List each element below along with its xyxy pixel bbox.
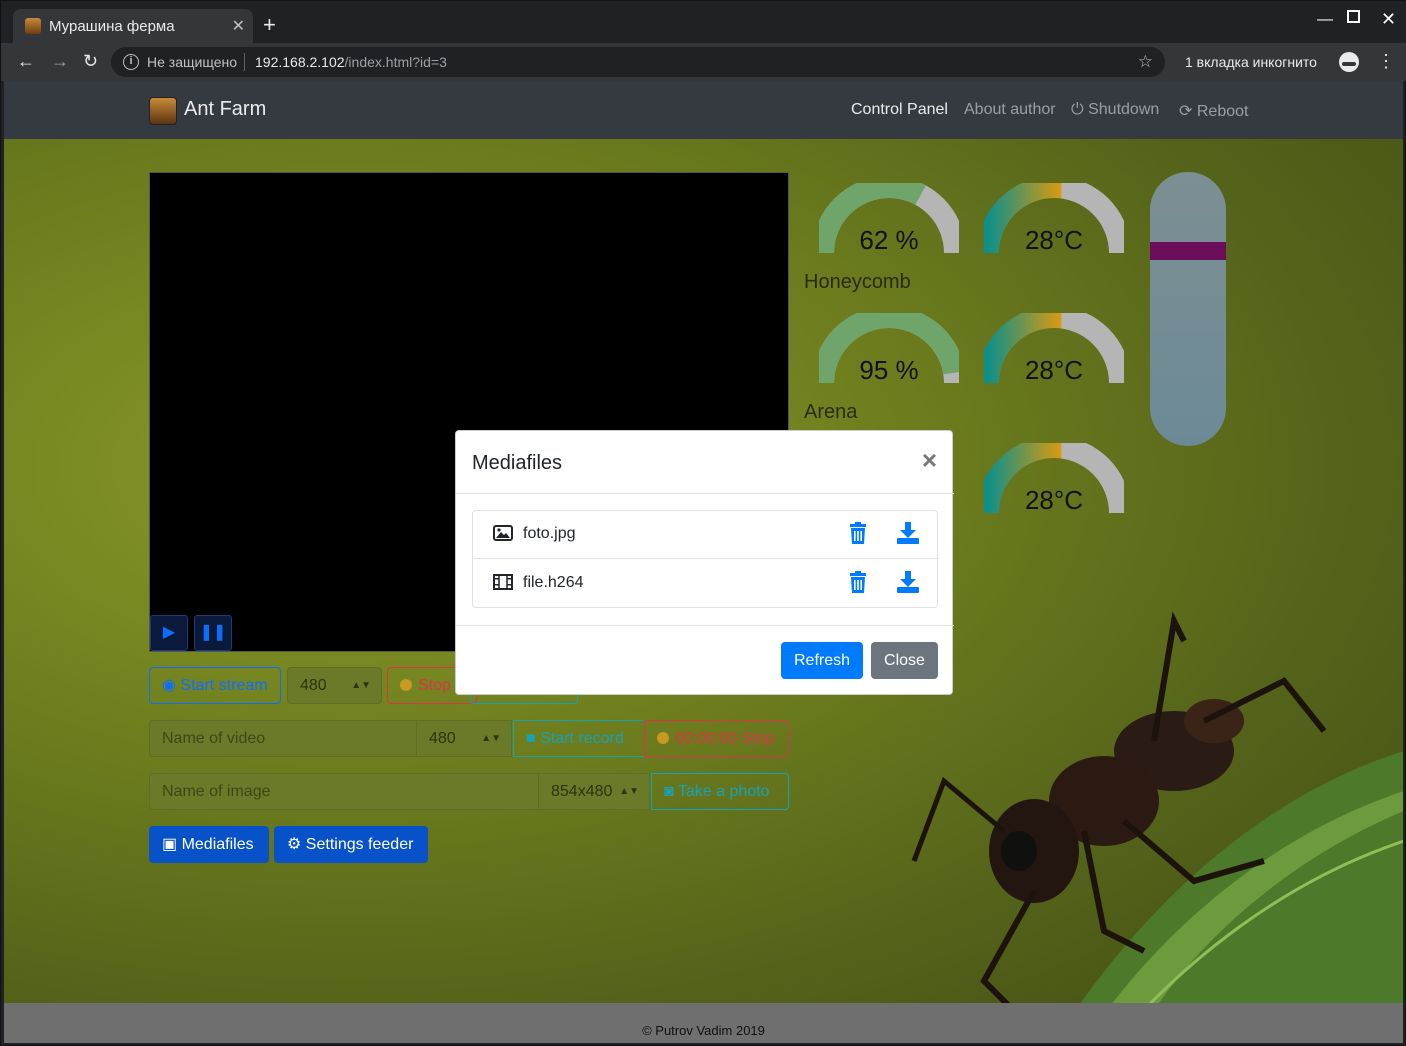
address-separator (244, 53, 245, 71)
maximize-icon[interactable] (1347, 10, 1360, 23)
close-tab-icon[interactable]: ✕ (232, 16, 245, 36)
nav-shutdown-label: Shutdown (1088, 101, 1160, 118)
footer: © Putrov Vadim 2019 (4, 1003, 1403, 1043)
list-item[interactable]: foto.jpg (473, 511, 937, 559)
modal-header-divider (456, 493, 954, 494)
info-icon[interactable]: i (123, 54, 139, 70)
brand-title[interactable]: Ant Farm (184, 98, 266, 121)
browser-tab[interactable]: Мурашина ферма ✕ (13, 9, 253, 43)
nav-reboot-label: Reboot (1196, 103, 1249, 120)
browser-toolbar: ← → ↻ i Не защищено 192.168.2.102/index.… (1, 43, 1406, 81)
nav-about-author[interactable]: About author (964, 101, 1056, 119)
download-icon[interactable] (897, 571, 919, 593)
refresh-button[interactable]: Refresh (781, 642, 863, 679)
url-path: /index.html?id=3 (344, 54, 447, 70)
close-button[interactable]: Close (871, 642, 938, 679)
modal-title: Mediafiles (472, 452, 563, 474)
file-name: file.h264 (523, 574, 584, 591)
close-icon[interactable]: × (922, 445, 937, 476)
top-navbar: Ant Farm Control Panel About author ⏻ Sh… (4, 81, 1403, 139)
reload-icon[interactable]: ↻ (83, 51, 98, 71)
url-host: 192.168.2.102 (255, 54, 345, 70)
mediafiles-modal: Mediafiles × foto.jpg file.h264 Refresh … (455, 430, 954, 695)
power-icon: ⏻ (1071, 101, 1084, 118)
address-bar[interactable]: i Не защищено 192.168.2.102/index.html?i… (111, 47, 1165, 77)
minimize-icon[interactable]: — (1317, 11, 1333, 29)
back-icon[interactable]: ← (17, 51, 35, 71)
new-tab-icon[interactable]: + (263, 13, 276, 37)
film-icon (493, 574, 513, 590)
tab-title: Мурашина ферма (49, 18, 175, 35)
close-window-icon[interactable]: ✕ (1381, 9, 1396, 30)
nav-shutdown[interactable]: ⏻ Shutdown (1071, 101, 1159, 119)
refresh-icon: ⟳ (1179, 103, 1193, 120)
tab-strip: Мурашина ферма ✕ + — ✕ (1, 1, 1406, 43)
page-viewport: Ant Farm Control Panel About author ⏻ Sh… (4, 81, 1403, 1043)
file-name: foto.jpg (523, 525, 576, 542)
list-item[interactable]: file.h264 (473, 560, 937, 608)
url-text: 192.168.2.102/index.html?id=3 (255, 54, 447, 70)
trash-icon[interactable] (849, 522, 867, 544)
browser-window: Мурашина ферма ✕ + — ✕ ← → ↻ i Не защище… (0, 0, 1406, 1046)
nav-control-panel[interactable]: Control Panel (851, 101, 948, 119)
download-icon[interactable] (897, 522, 919, 544)
incognito-icon[interactable] (1339, 52, 1359, 72)
image-file-icon (493, 525, 513, 541)
forward-icon[interactable]: → (51, 51, 69, 71)
trash-icon[interactable] (849, 571, 867, 593)
menu-icon[interactable]: ⋮ (1377, 51, 1395, 72)
nav-reboot[interactable]: ⟳ Reboot (1179, 101, 1248, 121)
bookmark-star-icon[interactable]: ☆ (1138, 52, 1153, 72)
footer-copyright: © Putrov Vadim 2019 (642, 1023, 765, 1038)
favicon-icon (25, 18, 41, 34)
ant-farm-logo (149, 97, 177, 125)
modal-footer-divider (456, 625, 954, 626)
mediafiles-list: foto.jpg file.h264 (472, 510, 938, 608)
not-secure-label: Не защищено (147, 54, 237, 70)
incognito-label: 1 вкладка инкогнито (1185, 54, 1317, 70)
